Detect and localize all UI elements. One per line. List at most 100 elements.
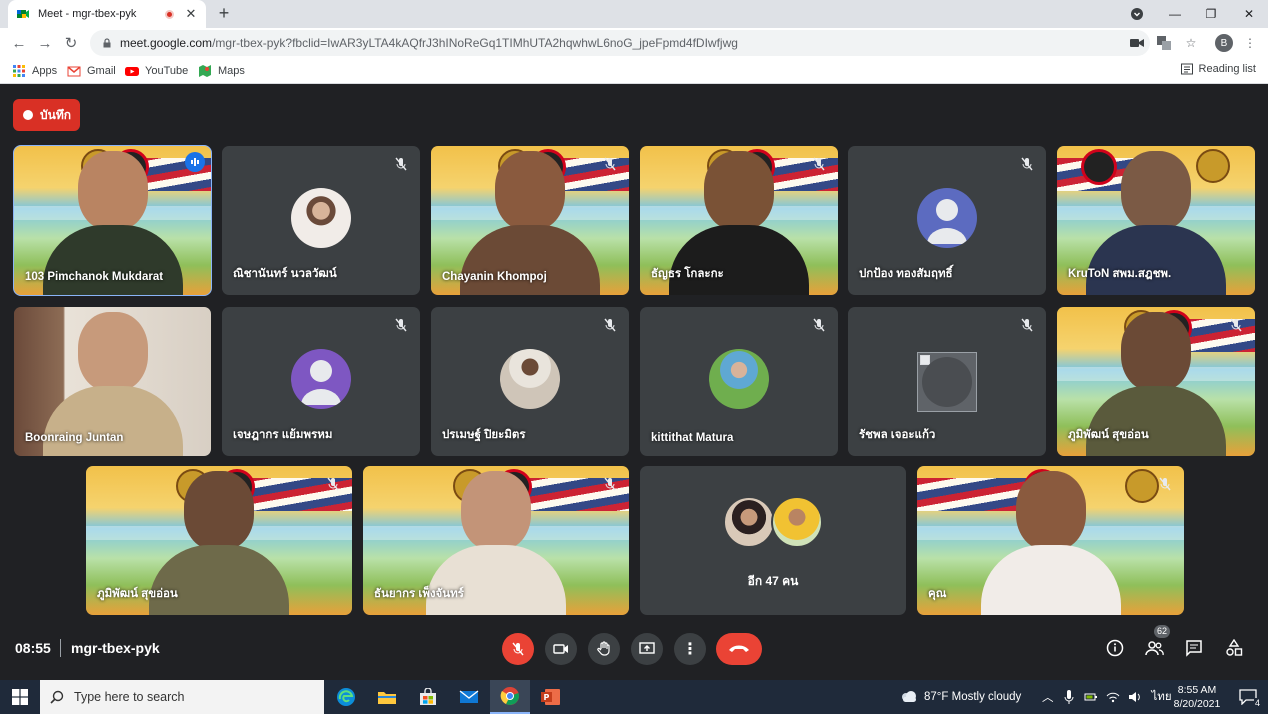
meeting-details-button[interactable] bbox=[1104, 637, 1126, 659]
new-tab-button[interactable]: + bbox=[214, 3, 234, 23]
recording-badge[interactable]: บันทึก bbox=[13, 99, 80, 131]
bookmark-youtube[interactable]: YouTube bbox=[125, 63, 188, 79]
participant-tile[interactable]: ปรเมษฐ์ ปิยะมิตร bbox=[431, 307, 629, 456]
raise-hand-button[interactable] bbox=[588, 633, 620, 665]
minimize-window-icon[interactable]: — bbox=[1156, 0, 1194, 28]
cloud-icon bbox=[902, 691, 916, 702]
participant-tile[interactable]: คุณ bbox=[917, 466, 1184, 615]
bookmarks-bar: Apps Gmail YouTube Maps Reading list bbox=[0, 58, 1268, 84]
show-everyone-button[interactable] bbox=[1143, 637, 1165, 659]
taskbar-edge[interactable] bbox=[326, 680, 366, 714]
taskbar-powerpoint[interactable]: P bbox=[531, 680, 571, 714]
participant-tile[interactable]: ภูมิพัฒน์ สุขอ่อน bbox=[1057, 307, 1255, 456]
taskbar-file-explorer[interactable] bbox=[367, 680, 407, 714]
participant-tile[interactable]: ณิชานันทร์ นวลวัฒน์ bbox=[222, 146, 420, 295]
taskbar-mail[interactable] bbox=[449, 680, 489, 714]
action-center-button[interactable]: 4 bbox=[1228, 680, 1268, 714]
browser-tab-strip: Meet - mgr-tbex-pyk ✕ + — ❐ ✕ bbox=[0, 0, 1268, 28]
participant-tile[interactable]: ภูมิพัฒน์ สุขอ่อน bbox=[86, 466, 352, 615]
profile-avatar[interactable]: B bbox=[1215, 34, 1233, 52]
chat-icon bbox=[1186, 640, 1202, 657]
participant-name: เจษฎากร แย้มพรหม bbox=[233, 429, 333, 441]
taskbar-date: 8/20/2021 bbox=[1173, 698, 1221, 710]
weather-widget[interactable]: 87°F Mostly cloudy bbox=[900, 680, 1021, 714]
participant-tile[interactable]: ธันยากร เพ็งจันทร์ bbox=[363, 466, 629, 615]
reading-list-icon bbox=[1180, 63, 1193, 75]
participant-tile[interactable]: ธัญธร โกละกะ bbox=[640, 146, 838, 295]
participant-tile[interactable]: เจษฎากร แย้มพรหม bbox=[222, 307, 420, 456]
taskbar-search-box[interactable]: Type here to search bbox=[40, 680, 324, 714]
input-language-indicator[interactable]: ไทย bbox=[1152, 688, 1172, 706]
bookmark-apps[interactable]: Apps bbox=[12, 63, 57, 79]
participant-tile[interactable]: ปกป้อง ทองสัมฤทธิ์ bbox=[848, 146, 1046, 295]
translate-icon[interactable] bbox=[1155, 34, 1173, 52]
participant-avatar bbox=[723, 496, 775, 548]
weather-text: 87°F Mostly cloudy bbox=[924, 691, 1022, 703]
address-bar[interactable]: meet.google.com/mgr-tbex-pyk?fbclid=IwAR… bbox=[90, 30, 1150, 56]
taskbar-chrome[interactable] bbox=[490, 680, 530, 714]
participant-tile[interactable]: รัชพล เจอะแก้ว bbox=[848, 307, 1046, 456]
video-camera-icon bbox=[553, 644, 568, 654]
bookmark-maps[interactable]: Maps bbox=[198, 63, 245, 79]
tab-search-icon[interactable] bbox=[1118, 0, 1156, 28]
mic-off-icon bbox=[327, 477, 339, 491]
volume-icon[interactable] bbox=[1128, 691, 1142, 703]
camera-permission-icon[interactable] bbox=[1128, 34, 1146, 52]
meet-favicon-icon bbox=[17, 10, 29, 18]
store-bag-icon bbox=[420, 688, 436, 705]
mic-off-icon bbox=[813, 318, 825, 332]
participant-count-badge: 62 bbox=[1154, 625, 1171, 638]
chat-button[interactable] bbox=[1183, 637, 1205, 659]
leave-call-button[interactable] bbox=[716, 633, 762, 665]
windows-logo-icon bbox=[12, 689, 28, 705]
toggle-camera-button[interactable] bbox=[545, 633, 577, 665]
activities-button[interactable] bbox=[1223, 637, 1245, 659]
more-participants-label: อีก 47 คน bbox=[747, 574, 799, 588]
mic-off-icon bbox=[604, 318, 616, 332]
bookmark-label: Gmail bbox=[87, 65, 116, 77]
more-participants-tile[interactable]: อีก 47 คน bbox=[640, 466, 906, 615]
participant-avatar bbox=[771, 496, 823, 548]
maps-icon bbox=[199, 65, 211, 77]
taskbar-store[interactable] bbox=[408, 680, 448, 714]
show-hidden-icons-chevron-icon[interactable]: ︿ bbox=[1042, 689, 1054, 705]
mic-off-icon bbox=[604, 477, 616, 491]
back-arrow-icon[interactable]: ← bbox=[8, 32, 30, 54]
bookmark-gmail[interactable]: Gmail bbox=[67, 63, 116, 79]
participant-video bbox=[980, 471, 1121, 615]
present-screen-button[interactable] bbox=[631, 633, 663, 665]
default-avatar-icon bbox=[291, 348, 351, 409]
browser-menu-icon[interactable]: ⋮ bbox=[1241, 34, 1259, 52]
participant-tile[interactable]: kittithat Matura bbox=[640, 307, 838, 456]
browser-tab-meet[interactable]: Meet - mgr-tbex-pyk ✕ bbox=[8, 0, 206, 28]
microphone-icon[interactable] bbox=[1064, 690, 1074, 704]
participant-tile[interactable]: Chayanin Khompoj bbox=[431, 146, 629, 295]
divider bbox=[60, 639, 61, 657]
tab-close-icon[interactable]: ✕ bbox=[184, 6, 198, 22]
participant-name: 103 Pimchanok Mukdarat bbox=[25, 271, 164, 283]
forward-arrow-icon[interactable]: → bbox=[34, 32, 56, 54]
toggle-mic-button[interactable] bbox=[502, 633, 534, 665]
reading-list-button[interactable]: Reading list bbox=[1180, 63, 1256, 75]
participant-tile[interactable]: 103 Pimchanok Mukdarat bbox=[13, 145, 212, 296]
apps-grid-icon bbox=[13, 65, 25, 77]
meet-stage: บันทึก 103 Pimchanok Mukdarat ณิชานันทร์… bbox=[0, 85, 1268, 680]
participant-tile[interactable]: KruToN สพม.สฎชพ. bbox=[1057, 146, 1255, 295]
restore-window-icon[interactable]: ❐ bbox=[1192, 0, 1230, 28]
wifi-icon[interactable] bbox=[1106, 691, 1120, 703]
record-dot-icon bbox=[23, 110, 33, 120]
recording-indicator-icon bbox=[165, 9, 174, 19]
more-options-button[interactable]: ⋮ bbox=[674, 633, 706, 665]
participant-name: KruToN สพม.สฎชพ. bbox=[1068, 268, 1172, 280]
reload-icon[interactable]: ↻ bbox=[60, 32, 82, 54]
battery-icon[interactable] bbox=[1084, 691, 1098, 703]
mic-off-icon bbox=[813, 157, 825, 171]
close-window-icon[interactable]: ✕ bbox=[1230, 0, 1268, 28]
participant-tile[interactable]: Boonraing Juntan bbox=[14, 307, 211, 456]
powerpoint-icon: P bbox=[541, 689, 560, 705]
windows-start-button[interactable] bbox=[0, 680, 40, 714]
taskbar-clock[interactable]: 8:55 AM 8/20/2021 bbox=[1172, 683, 1222, 711]
bookmark-label: Maps bbox=[218, 65, 245, 77]
taskbar-time: 8:55 AM bbox=[1177, 684, 1217, 696]
bookmark-star-icon[interactable]: ☆ bbox=[1182, 34, 1200, 52]
